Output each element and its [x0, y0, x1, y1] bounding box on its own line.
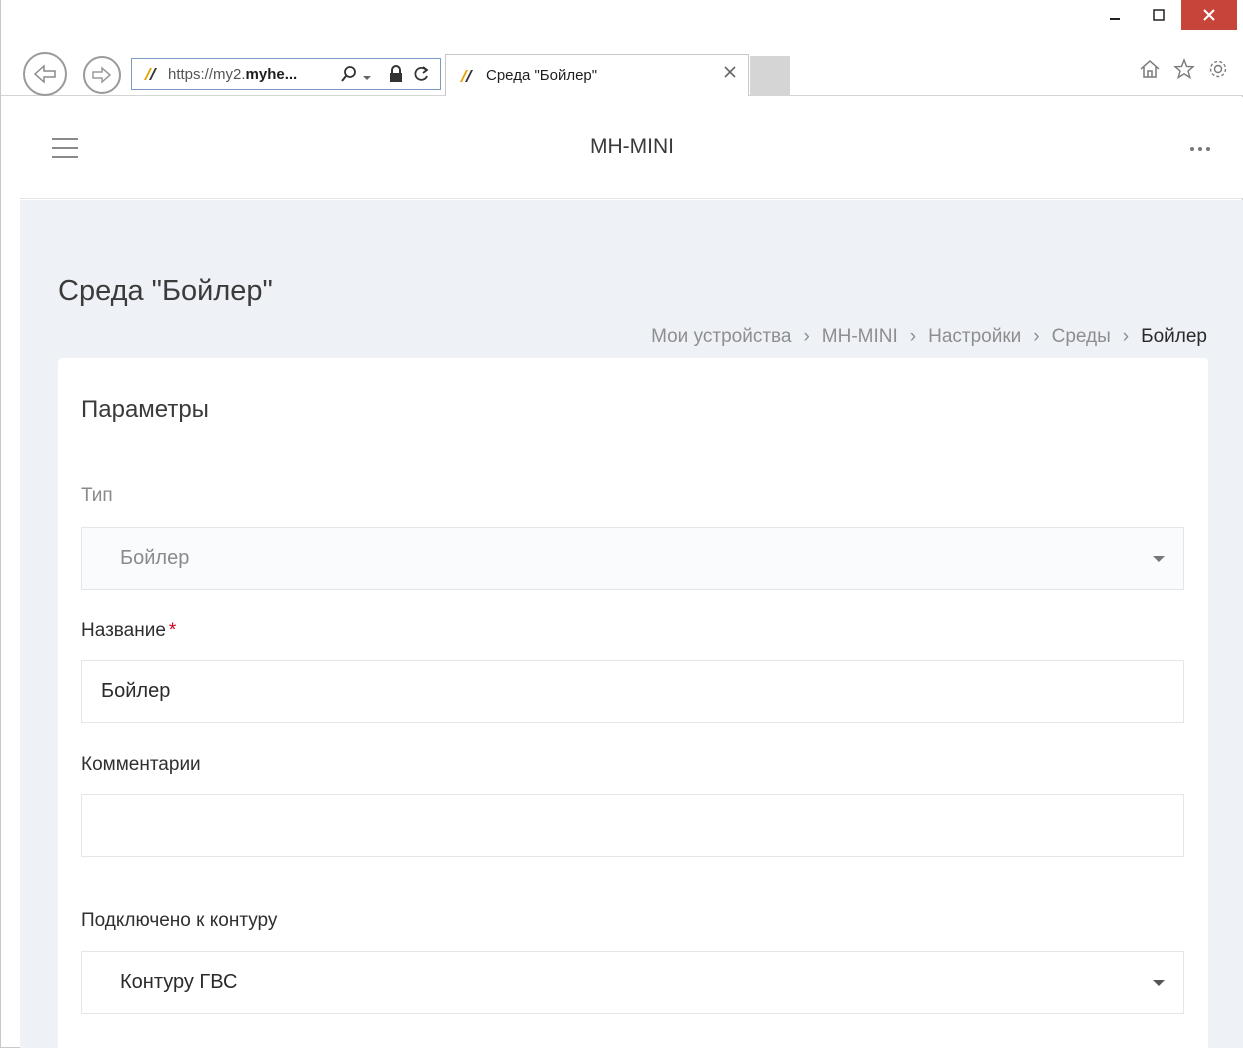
address-url-prefix: https://my2.: [168, 65, 246, 83]
name-label-text: Название: [81, 620, 166, 641]
refresh-icon[interactable]: [412, 65, 430, 87]
close-icon: [1203, 9, 1215, 21]
browser-tab[interactable]: Среда "Бойлер": [445, 54, 749, 96]
breadcrumb-my-devices[interactable]: Мои устройства: [651, 326, 791, 347]
breadcrumb: Мои устройства › MH-MINI › Настройки › Среды › Б…: [651, 326, 1207, 348]
minimize-icon: [1110, 18, 1120, 20]
tab-title: Среда "Бойлер": [486, 67, 598, 84]
type-select-value: Бойлер: [120, 547, 190, 569]
content-area: Среда "Бойлер" Мои устройства › MH-MINI › На…: [20, 200, 1243, 1058]
breadcrumb-separator-icon: ›: [1033, 326, 1040, 347]
new-tab-button[interactable]: [750, 56, 790, 96]
type-label: Тип: [81, 485, 113, 506]
address-bar[interactable]: https://my2.myhe...: [131, 58, 441, 90]
back-arrow-icon: [33, 64, 56, 84]
back-button[interactable]: [23, 52, 67, 96]
circuit-select-value: Контуру ГВС: [120, 971, 238, 993]
comments-label: Комментарии: [81, 754, 201, 775]
type-select[interactable]: Бойлер: [81, 527, 1184, 590]
chevron-down-icon: [1153, 556, 1165, 562]
close-window-button[interactable]: [1181, 0, 1237, 30]
breadcrumb-separator-icon: ›: [909, 326, 917, 347]
page-title: Среда "Бойлер": [58, 275, 273, 307]
circuit-label: Подключено к контуру: [81, 910, 278, 931]
tab-favicon-icon: [460, 69, 473, 82]
browser-window: https://my2.myhe... Среда "Бойлер" MH-MI…: [0, 0, 1243, 1058]
card-title: Параметры: [81, 396, 209, 423]
name-input-value: Бойлер: [101, 680, 171, 702]
tab-close-icon[interactable]: [724, 65, 736, 83]
lock-icon[interactable]: [388, 65, 404, 87]
breadcrumb-settings[interactable]: Настройки: [928, 326, 1021, 347]
home-icon[interactable]: [1137, 58, 1163, 84]
gear-icon[interactable]: [1205, 58, 1231, 84]
breadcrumb-current: Бойлер: [1141, 326, 1207, 347]
app-title: MH-MINI: [590, 135, 674, 158]
more-options-icon[interactable]: [1188, 137, 1214, 158]
address-url-domain: myhe...: [245, 65, 298, 83]
breadcrumb-device[interactable]: MH-MINI: [822, 326, 898, 347]
comments-input[interactable]: [81, 794, 1184, 857]
breadcrumb-environments[interactable]: Среды: [1052, 326, 1111, 347]
search-icon[interactable]: [340, 65, 358, 87]
favorites-star-icon[interactable]: [1171, 58, 1197, 84]
minimize-button[interactable]: [1093, 0, 1137, 30]
circuit-select[interactable]: Контуру ГВС: [81, 951, 1184, 1014]
maximize-icon: [1153, 9, 1165, 21]
breadcrumb-separator-icon: ›: [803, 326, 810, 347]
app-header: MH-MINI: [20, 97, 1243, 199]
maximize-button[interactable]: [1137, 0, 1181, 30]
required-mark: *: [168, 620, 177, 641]
dropdown-arrow-icon[interactable]: [362, 69, 372, 86]
forward-button[interactable]: [83, 56, 121, 94]
forward-arrow-icon: [92, 66, 112, 84]
site-favicon-icon: [144, 68, 157, 80]
parameters-card: Параметры Тип Бойлер Название * Бойлер Ко…: [58, 358, 1208, 1058]
name-input[interactable]: Бойлер: [81, 660, 1184, 723]
breadcrumb-separator-icon: ›: [1122, 326, 1130, 347]
name-label: Название *: [81, 620, 176, 642]
chevron-down-icon: [1153, 980, 1165, 986]
address-url[interactable]: https://my2.myhe...: [168, 66, 297, 83]
browser-chrome: https://my2.myhe... Среда "Бойлер": [1, 0, 1243, 96]
